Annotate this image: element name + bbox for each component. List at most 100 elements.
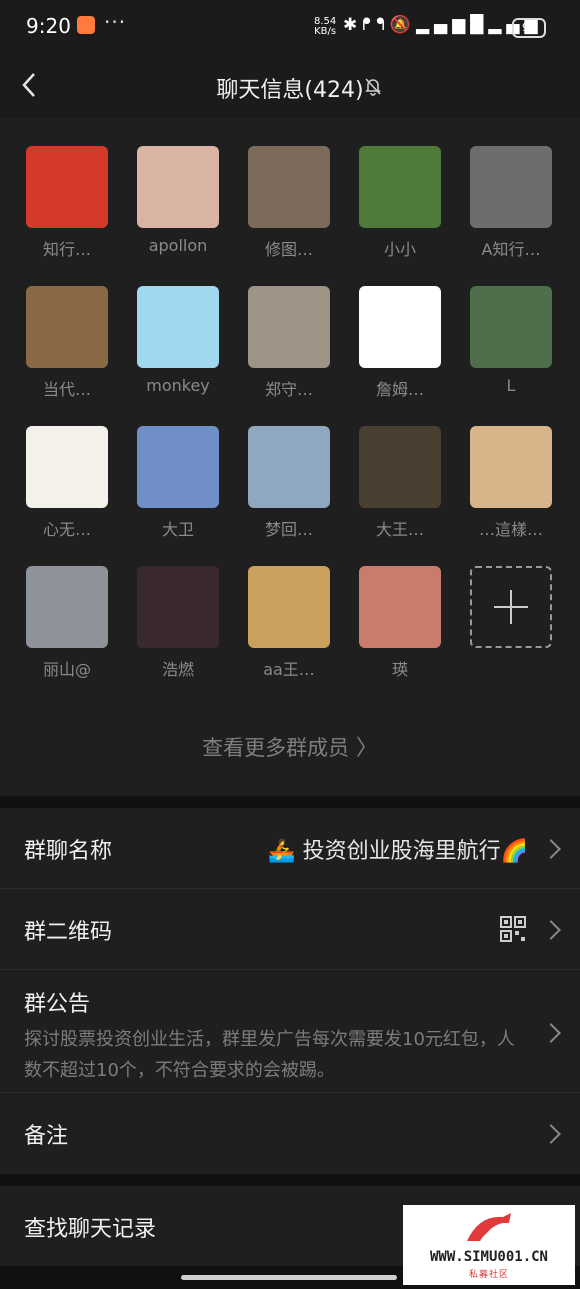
member-avatar[interactable] xyxy=(248,426,330,508)
chevron-right-icon: 〉 xyxy=(355,736,378,761)
status-time: 9:20 xyxy=(26,14,71,38)
remark-row[interactable]: 备注 xyxy=(0,1093,580,1173)
member-name: 小小 xyxy=(383,240,416,259)
member-avatar[interactable] xyxy=(248,286,330,368)
group-notice-label: 群公告 xyxy=(24,992,91,1017)
member-avatar[interactable] xyxy=(137,426,219,508)
member-name: aa王… xyxy=(263,660,315,679)
member-item[interactable]: aa王… xyxy=(248,566,330,706)
member-avatar[interactable] xyxy=(137,286,219,368)
member-item[interactable]: 当代… xyxy=(26,286,108,426)
earbuds-icon: ᖰᖳ xyxy=(362,15,390,35)
member-avatar[interactable] xyxy=(137,146,219,228)
group-name-label: 群聊名称 xyxy=(24,839,113,864)
member-name: 詹姆… xyxy=(375,380,424,399)
member-name: 郑守… xyxy=(264,380,313,399)
chevron-right-icon xyxy=(541,839,561,859)
5g-signal-icon: ▂▄▆█ xyxy=(415,15,489,35)
member-item[interactable]: L xyxy=(470,286,552,426)
member-item[interactable]: 浩燃 xyxy=(137,566,219,706)
member-avatar[interactable] xyxy=(359,566,441,648)
watermark-text: WWW.SIMU001.CN xyxy=(429,1249,548,1265)
more-notifications-icon: ··· xyxy=(104,10,127,34)
member-avatar[interactable] xyxy=(248,566,330,648)
member-name: 瑛 xyxy=(391,660,408,679)
member-avatar[interactable] xyxy=(470,426,552,508)
member-avatar[interactable] xyxy=(248,146,330,228)
member-item[interactable]: 郑守… xyxy=(248,286,330,426)
member-name: 浩燃 xyxy=(161,660,194,679)
member-avatar[interactable] xyxy=(470,146,552,228)
member-item[interactable]: monkey xyxy=(137,286,219,426)
member-name: 梦回… xyxy=(264,520,313,539)
bluetooth-icon: ✱ xyxy=(343,15,363,35)
member-name: A知行… xyxy=(481,240,541,259)
member-item[interactable]: apollon xyxy=(137,146,219,286)
navigation-bar: 聊天信息(424) xyxy=(0,56,580,118)
chevron-right-icon xyxy=(541,1124,561,1144)
member-item[interactable]: 丽山@ xyxy=(26,566,108,706)
group-qr-row[interactable]: 群二维码 xyxy=(0,889,580,970)
member-avatar[interactable] xyxy=(26,566,108,648)
add-member-plus-icon[interactable] xyxy=(470,566,552,648)
qr-code-icon xyxy=(500,916,526,942)
member-name: monkey xyxy=(146,376,210,395)
member-item[interactable]: 詹姆… xyxy=(359,286,441,426)
watermark: WWW.SIMU001.CN 私募社区 xyxy=(403,1205,575,1285)
member-avatar[interactable] xyxy=(359,146,441,228)
view-more-members-label: 查看更多群成员 xyxy=(202,736,350,760)
member-name: 大卫 xyxy=(161,520,194,539)
member-avatar[interactable] xyxy=(137,566,219,648)
group-settings: 群聊名称 🚣 投资创业股海里航行🌈 群二维码 群公告 探讨股票投资创业生活，群里… xyxy=(0,808,580,1174)
member-name: …這樣… xyxy=(478,520,543,539)
net-speed-unit: KB/s xyxy=(314,26,337,37)
member-item[interactable]: 大卫 xyxy=(137,426,219,566)
member-avatar[interactable] xyxy=(359,286,441,368)
watermark-subtext: 私募社区 xyxy=(468,1270,509,1280)
member-name: 当代… xyxy=(42,380,91,399)
watermark-logo-icon xyxy=(467,1213,511,1242)
group-name-row[interactable]: 群聊名称 🚣 投资创业股海里航行🌈 xyxy=(0,808,580,889)
remark-label: 备注 xyxy=(24,1124,69,1149)
member-name: 丽山@ xyxy=(42,660,91,679)
member-name: 知行… xyxy=(42,240,91,259)
member-avatar[interactable] xyxy=(26,426,108,508)
network-speed: 8.54 KB/s xyxy=(314,17,336,37)
search-chat-history-label: 查找聊天记录 xyxy=(24,1217,157,1242)
member-item[interactable]: 梦回… xyxy=(248,426,330,566)
member-item[interactable]: A知行… xyxy=(470,146,552,286)
view-more-members-link[interactable]: 查看更多群成员 〉 xyxy=(0,730,580,762)
chevron-right-icon xyxy=(541,920,561,940)
member-name: apollon xyxy=(148,236,208,255)
member-avatar[interactable] xyxy=(26,286,108,368)
member-item[interactable]: 瑛 xyxy=(359,566,441,706)
member-name: L xyxy=(506,376,516,395)
shopping-app-icon xyxy=(77,16,95,34)
member-grid: 知行… apollon 修图… 小小 A知行… 当代… monkey 郑守… 詹姆… L 心无… 大卫… xyxy=(26,146,552,706)
member-name: 大王… xyxy=(375,520,424,539)
page-title: 聊天信息(424) xyxy=(216,78,364,103)
member-avatar[interactable] xyxy=(359,426,441,508)
member-section: 知行… apollon 修图… 小小 A知行… 当代… monkey 郑守… 詹姆… L 心无… 大卫… xyxy=(0,118,580,796)
member-avatar[interactable] xyxy=(26,146,108,228)
group-name-value: 🚣 投资创业股海里航行🌈 xyxy=(268,839,528,864)
member-item[interactable]: 小小 xyxy=(359,146,441,286)
mute-icon: 🔕 xyxy=(389,15,416,35)
battery-indicator: 95 xyxy=(512,18,546,38)
member-name: 修图… xyxy=(264,240,313,259)
home-indicator[interactable] xyxy=(181,1275,397,1280)
member-item[interactable]: 心无… xyxy=(26,426,108,566)
member-item[interactable]: 大王… xyxy=(359,426,441,566)
member-item[interactable]: 知行… xyxy=(26,146,108,286)
group-notice-text: 探讨股票投资创业生活，群里发广告每次需要发10元红包，人数不超过10个，不符合要… xyxy=(24,1029,515,1081)
group-notice-row[interactable]: 群公告 探讨股票投资创业生活，群里发广告每次需要发10元红包，人数不超过10个，… xyxy=(0,970,580,1093)
add-member-item[interactable] xyxy=(470,566,552,706)
member-avatar[interactable] xyxy=(470,286,552,368)
status-bar: 9:20 ··· 8.54 KB/s ✱ᖰᖳ🔕▂▄▆█▂▄▆ 95 xyxy=(0,0,580,56)
member-name: 心无… xyxy=(42,520,91,539)
muted-bell-icon xyxy=(365,78,381,96)
member-item[interactable]: …這樣… xyxy=(470,426,552,566)
chevron-right-icon xyxy=(541,1023,561,1043)
group-qr-label: 群二维码 xyxy=(24,920,113,945)
member-item[interactable]: 修图… xyxy=(248,146,330,286)
